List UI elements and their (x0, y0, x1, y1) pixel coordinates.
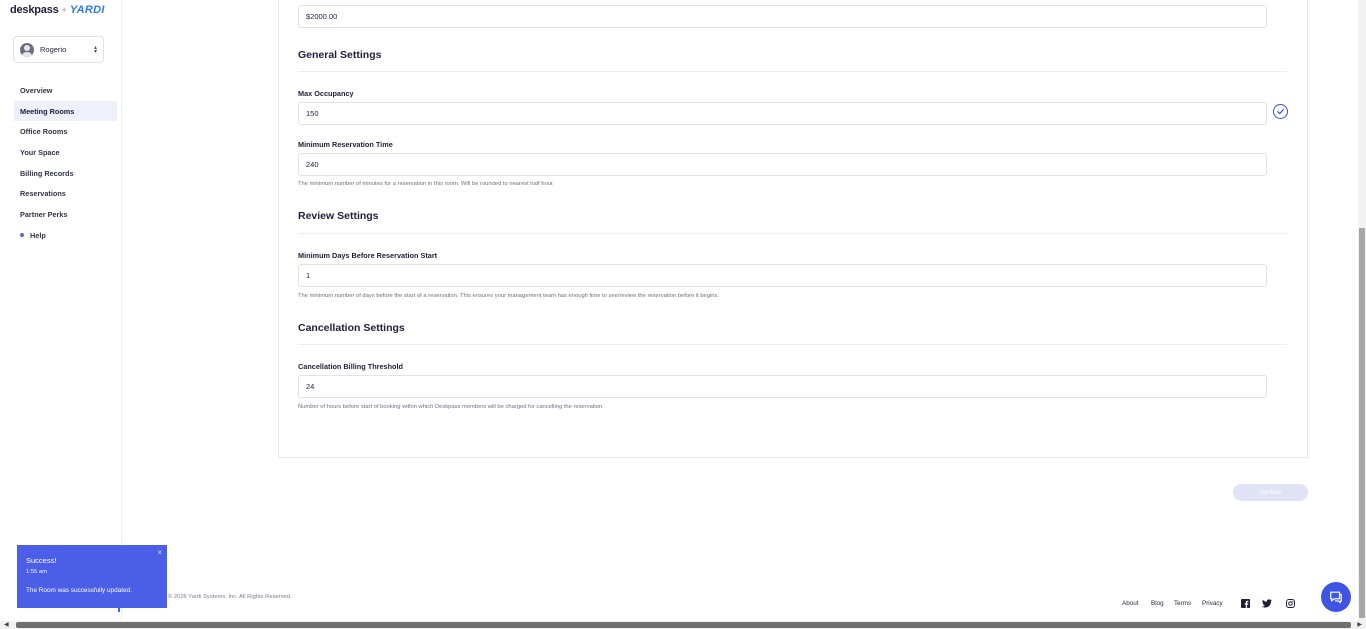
cancellation-threshold-input[interactable]: 24 (298, 375, 1267, 398)
toast-time: 1:55 am (26, 569, 47, 575)
scroll-left-icon[interactable]: ◀ (4, 621, 9, 629)
toast-message: The Room was successfully updated. (26, 587, 132, 594)
twitter-icon[interactable] (1262, 598, 1272, 608)
price-input-value: $2000.00 (306, 12, 338, 21)
sidebar-nav: Overview Meeting Rooms Office Rooms Your… (14, 80, 117, 246)
close-icon[interactable]: × (157, 548, 162, 557)
help-dot-icon (20, 233, 24, 238)
sidebar-item-label: Partner Perks (20, 209, 68, 219)
logo-deskpass: deskpass (10, 4, 59, 16)
sidebar-item-label: Meeting Rooms (20, 106, 75, 116)
max-occupancy-value: 150 (306, 109, 319, 118)
sort-updown-icon: ▴ ▾ (93, 44, 97, 55)
toast-tail (118, 608, 120, 612)
sidebar-item-your-space[interactable]: Your Space (14, 142, 117, 163)
user-avatar-icon (20, 42, 34, 57)
logo-yardi: YARDI (69, 4, 105, 16)
max-occupancy-label: Max Occupancy (298, 89, 354, 98)
divider (298, 233, 1287, 234)
general-settings-title: General Settings (298, 49, 382, 61)
user-name: Rogerio (40, 45, 67, 54)
footer-link-terms[interactable]: Terms (1174, 600, 1191, 607)
cancellation-settings-title: Cancellation Settings (298, 322, 405, 334)
divider (298, 71, 1287, 72)
sidebar-item-label: Your Space (20, 147, 60, 157)
cancellation-threshold-label: Cancellation Billing Threshold (298, 362, 404, 371)
vertical-scrollbar[interactable] (1358, 0, 1366, 621)
sidebar-item-reservations[interactable]: Reservations (14, 183, 117, 204)
min-days-help: The minimum number of days before the st… (298, 293, 720, 299)
sidebar-item-overview[interactable]: Overview (14, 80, 117, 101)
copyright: © 2026 Yardi Systems, Inc. All Rights Re… (168, 594, 292, 600)
toast-title: Success! (26, 556, 57, 565)
footer-link-about[interactable]: About (1122, 600, 1138, 607)
sidebar-item-label: Overview (20, 85, 53, 95)
user-selector[interactable]: Rogerio ▴ ▾ (13, 36, 104, 63)
review-settings-title: Review Settings (298, 210, 379, 222)
min-days-input[interactable]: 1 (298, 264, 1267, 287)
min-reservation-time-value: 240 (306, 160, 319, 169)
logo[interactable]: deskpass + YARDI (10, 4, 105, 16)
sidebar-item-label: Reservations (20, 189, 66, 199)
update-button[interactable]: Update (1233, 484, 1308, 501)
horizontal-scrollbar[interactable]: ◀ ▶ (0, 621, 1366, 629)
min-reservation-time-input[interactable]: 240 (298, 153, 1267, 176)
sidebar-item-label: Help (30, 230, 46, 240)
sidebar-item-billing-records[interactable]: Billing Records (14, 163, 117, 184)
sidebar: deskpass + YARDI Rogerio ▴ ▾ Overview Mee… (0, 0, 122, 629)
sidebar-item-label: Office Rooms (20, 127, 68, 137)
sidebar-item-help[interactable]: Help (14, 225, 117, 246)
chat-button[interactable] (1321, 582, 1351, 612)
facebook-icon[interactable] (1240, 598, 1250, 608)
sidebar-item-label: Billing Records (20, 168, 74, 178)
min-reservation-time-label: Minimum Reservation Time (298, 140, 393, 149)
sidebar-item-partner-perks[interactable]: Partner Perks (14, 204, 117, 225)
min-days-value: 1 (306, 271, 311, 280)
sidebar-item-meeting-rooms[interactable]: Meeting Rooms (14, 100, 117, 122)
min-days-label: Minimum Days Before Reservation Start (298, 251, 438, 260)
max-occupancy-input[interactable]: 150 (298, 102, 1267, 125)
success-toast: Success! 1:55 am The Room was successful… (17, 545, 167, 608)
scroll-right-icon[interactable]: ▶ (1357, 621, 1362, 629)
instagram-icon[interactable] (1285, 598, 1295, 608)
footer-link-blog[interactable]: Blog (1151, 600, 1164, 607)
footer-link-privacy[interactable]: Privacy (1202, 600, 1223, 607)
vertical-scrollbar-thumb[interactable] (1359, 228, 1365, 618)
check-circle-icon (1273, 104, 1288, 119)
chat-icon (1330, 591, 1342, 604)
divider (298, 344, 1287, 345)
logo-separator: + (61, 5, 67, 15)
cancellation-threshold-help: Number of hours before start of booking … (298, 404, 604, 410)
horizontal-scrollbar-thumb[interactable] (16, 622, 1351, 628)
cancellation-threshold-value: 24 (306, 382, 315, 391)
sidebar-item-office-rooms[interactable]: Office Rooms (14, 121, 117, 142)
price-input[interactable]: $2000.00 (298, 5, 1267, 28)
min-reservation-time-help: The minimum number of minutes for a rese… (298, 181, 555, 187)
